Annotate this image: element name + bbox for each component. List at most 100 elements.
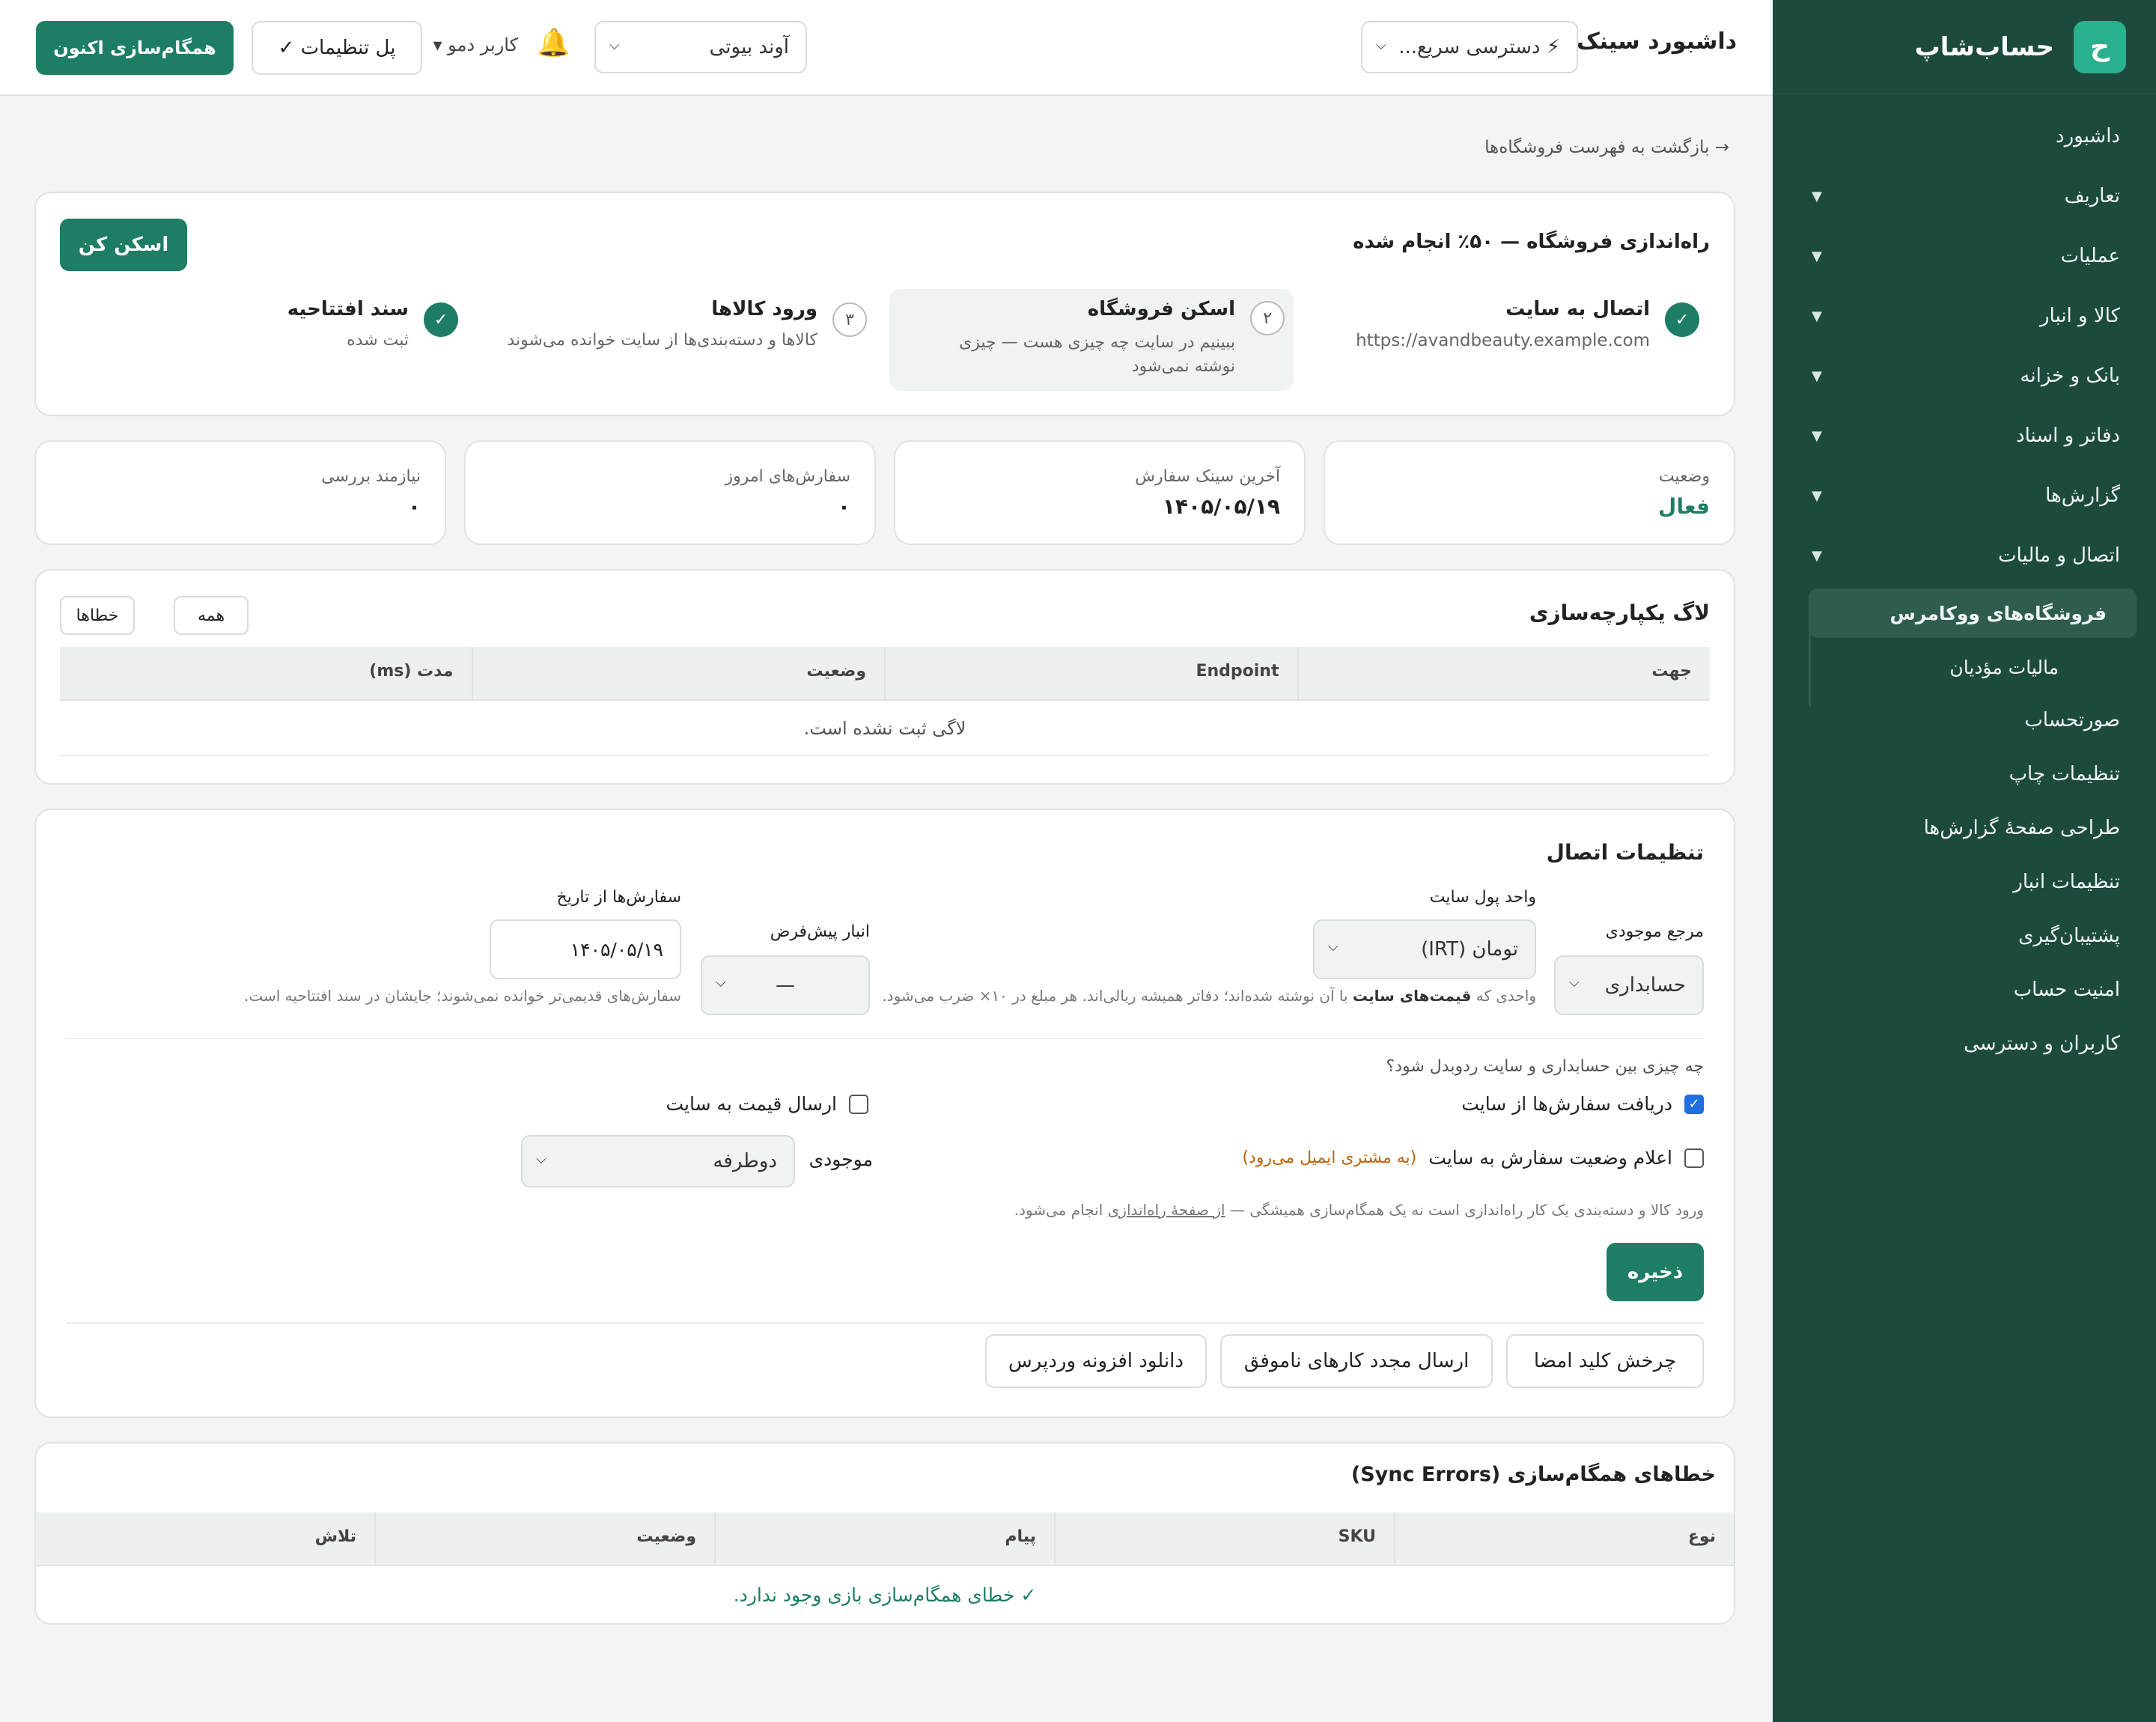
chevron-down-icon: ▼ [1812,248,1822,264]
bridge-settings-button[interactable]: پل تنظیمات ✓ [252,21,422,75]
filter-all-button[interactable]: همه [174,596,249,635]
sidebar-item-warehouse-settings[interactable]: تنظیمات انبار [1773,855,2156,909]
warehouse-label: انبار پیش‌فرض [770,922,870,941]
sidebar-item-operations[interactable]: عملیات ▼ [1773,226,2156,286]
connection-settings-card: تنظیمات اتصال مرجع موجودی حسابداری ⌵ واح… [34,809,1735,1418]
warehouse-value: — [776,974,795,997]
sidebar-item-bank[interactable]: بانک و خزانه ▼ [1773,346,2156,406]
column-header: نوع [1394,1512,1734,1565]
sidebar-item-reports[interactable]: گزارش‌ها ▼ [1773,466,2156,526]
send-price-option[interactable]: ارسال قیمت به سایت [666,1093,868,1115]
setup-card: راه‌اندازی فروشگاه — ۵۰٪ انجام شده اسکن … [34,192,1735,416]
filter-errors-button[interactable]: خطاها [60,596,135,635]
warehouse-select[interactable]: — ⌵ [701,955,870,1015]
stat-value: ۰ [837,494,850,519]
integration-log-card: لاگ یکپارچه‌سازی همه خطاها جهت Endpoint … [34,569,1735,785]
sidebar-item-label: گزارش‌ها [2045,484,2120,507]
sidebar-item-users[interactable]: کاربران و دسترسی [1773,1017,2156,1071]
currency-help: واحدی که قیمت‌های سایت با آن نوشته شده‌ا… [882,987,1536,1005]
user-menu[interactable]: کاربر دمو ▾ [433,34,519,55]
check-icon: ✓ [424,302,458,337]
sidebar-nav: داشبورد تعاریف ▼ عملیات ▼ کالا و انبار ▼ با… [1773,94,2156,1071]
sync-now-button[interactable]: همگام‌سازی اکنون [36,21,234,75]
settings-title: تنظیمات اتصال [1546,840,1704,865]
stat-card-needs-review: نیازمند بررسی ۰ [34,440,446,545]
stat-card-status: وضعیت فعال [1324,440,1735,545]
sync-errors-title: خطاهای همگام‌سازی (Sync Errors) [1350,1463,1716,1486]
sidebar-item-label: پشتیبان‌گیری [2018,925,2120,947]
rotate-key-button[interactable]: چرخش کلید امضا [1506,1334,1704,1388]
checkbox[interactable] [849,1094,868,1114]
sync-errors-card: خطاهای همگام‌سازی (Sync Errors) نوع SKU … [34,1442,1735,1625]
scan-button[interactable]: اسکن کن [60,219,187,271]
column-header: وضعیت [471,647,885,699]
chevron-down-icon: ⌵ [1328,939,1339,955]
option-label: ارسال قیمت به سایت [666,1093,837,1115]
resend-failed-button[interactable]: ارسال مجدد کارهای ناموفق [1220,1334,1493,1388]
sidebar-item-label: کالا و انبار [2040,305,2120,327]
page-title: داشبورد سینک [1576,28,1737,55]
breadcrumb-back-link[interactable]: → بازگشت به فهرست فروشگاه‌ها [1484,138,1729,157]
column-header: Endpoint [884,647,1297,699]
log-empty-message: لاگی ثبت نشده است. [60,702,1710,756]
currency-select[interactable]: تومان (IRT) ⌵ [1313,919,1536,979]
currency-help-bold: قیمت‌های سایت [1352,987,1472,1005]
currency-value: تومان (IRT) [1421,938,1518,961]
from-date-label: سفارش‌ها از تاریخ [556,888,681,907]
sidebar-item-definitions[interactable]: تعاریف ▼ [1773,166,2156,226]
sidebar-item-label: تعاریف [2064,185,2120,207]
sidebar-item-billing[interactable]: صورتحساب [1773,693,2156,747]
stock-ref-label: مرجع موجودی [1605,922,1704,941]
from-date-input[interactable]: ۱۴۰۵/۰۵/۱۹ [490,919,681,979]
sidebar-item-print-settings[interactable]: تنظیمات چاپ [1773,747,2156,801]
sidebar-item-backup[interactable]: پشتیبان‌گیری [1773,909,2156,963]
sidebar-item-label: کاربران و دسترسی [1964,1032,2120,1055]
chevron-down-icon: ▼ [1812,308,1822,324]
bell-icon[interactable]: 🔔 [537,27,570,58]
chevron-down-icon: ▼ [1812,428,1822,444]
check-icon: ✓ [1665,302,1699,337]
option-label: دریافت سفارش‌ها از سایت [1461,1093,1672,1115]
sidebar-item-security[interactable]: امنیت حساب [1773,963,2156,1017]
sidebar-subitem-tax[interactable]: مالیات مؤدیان [1773,641,2156,693]
sidebar-item-inventory[interactable]: کالا و انبار ▼ [1773,286,2156,346]
quick-access-select[interactable]: ⚡ دسترسی سریع... ⌵ [1361,21,1578,73]
stock-sync-select[interactable]: دوطرفه ⌵ [521,1135,795,1187]
chevron-down-icon: ⌵ [1376,37,1386,53]
from-date-help: سفارش‌های قدیمی‌تر خوانده نمی‌شوند؛ جایش… [244,987,681,1005]
step-title: اتصال به سایت [1505,298,1650,320]
sidebar-item-report-design[interactable]: طراحی صفحهٔ گزارش‌ها [1773,801,2156,855]
column-header: جهت [1297,647,1711,699]
checkbox[interactable] [1684,1148,1704,1168]
save-button[interactable]: ذخیره [1607,1243,1704,1301]
sidebar-subitem-woocommerce[interactable]: فروشگاه‌های ووکامرس [1809,588,2137,638]
stat-card-last-sync: آخرین سینک سفارش ۱۴۰۵/۰۵/۱۹ [894,440,1306,545]
step-desc: کالاها و دسته‌بندی‌ها از سایت خوانده می‌… [507,331,817,350]
sidebar-item-label: داشبورد [2056,125,2120,147]
currency-help-text: با آن نوشته شده‌اند؛ دفاتر همیشه ریالی‌ا… [882,987,1348,1005]
chevron-down-icon: ⌵ [1569,975,1580,991]
stat-label: آخرین سینک سفارش [1135,467,1280,486]
order-status-option[interactable]: اعلام وضعیت سفارش به سایت (به مشتری ایمی… [1242,1147,1704,1169]
sidebar-item-dashboard[interactable]: داشبورد [1773,106,2156,166]
stat-card-today-orders: سفارش‌های امروز ۰ [464,440,876,545]
setup-page-link[interactable]: از صفحهٔ راه‌اندازی [1108,1201,1225,1219]
currency-help-text: واحدی که [1476,987,1536,1005]
sidebar-item-connections[interactable]: اتصال و مالیات ▼ [1773,526,2156,585]
step-title: اسکن فروشگاه [1087,298,1235,320]
store-select[interactable]: آوند بیوتی ⌵ [594,21,807,73]
brand-logo: ح [2074,20,2126,73]
stock-ref-select[interactable]: حسابداری ⌵ [1554,955,1704,1015]
stat-value: ۱۴۰۵/۰۵/۱۹ [1162,494,1280,519]
checkbox-checked[interactable]: ✓ [1684,1094,1704,1114]
currency-label: واحد پول سایت [1429,888,1536,907]
store-select-value: آوند بیوتی [709,36,789,58]
sidebar-item-label: طراحی صفحهٔ گزارش‌ها [1923,817,2120,839]
receive-orders-option[interactable]: ✓ دریافت سفارش‌ها از سایت [1461,1093,1704,1115]
sidebar-item-ledgers[interactable]: دفاتر و اسناد ▼ [1773,406,2156,466]
option-note: (به مشتری ایمیل می‌رود) [1242,1148,1417,1167]
chevron-down-icon: ⌵ [716,975,726,991]
download-plugin-button[interactable]: دانلود افزونه وردپرس [985,1334,1207,1388]
chevron-down-icon: ▼ [1812,487,1822,504]
divider [66,1322,1704,1324]
